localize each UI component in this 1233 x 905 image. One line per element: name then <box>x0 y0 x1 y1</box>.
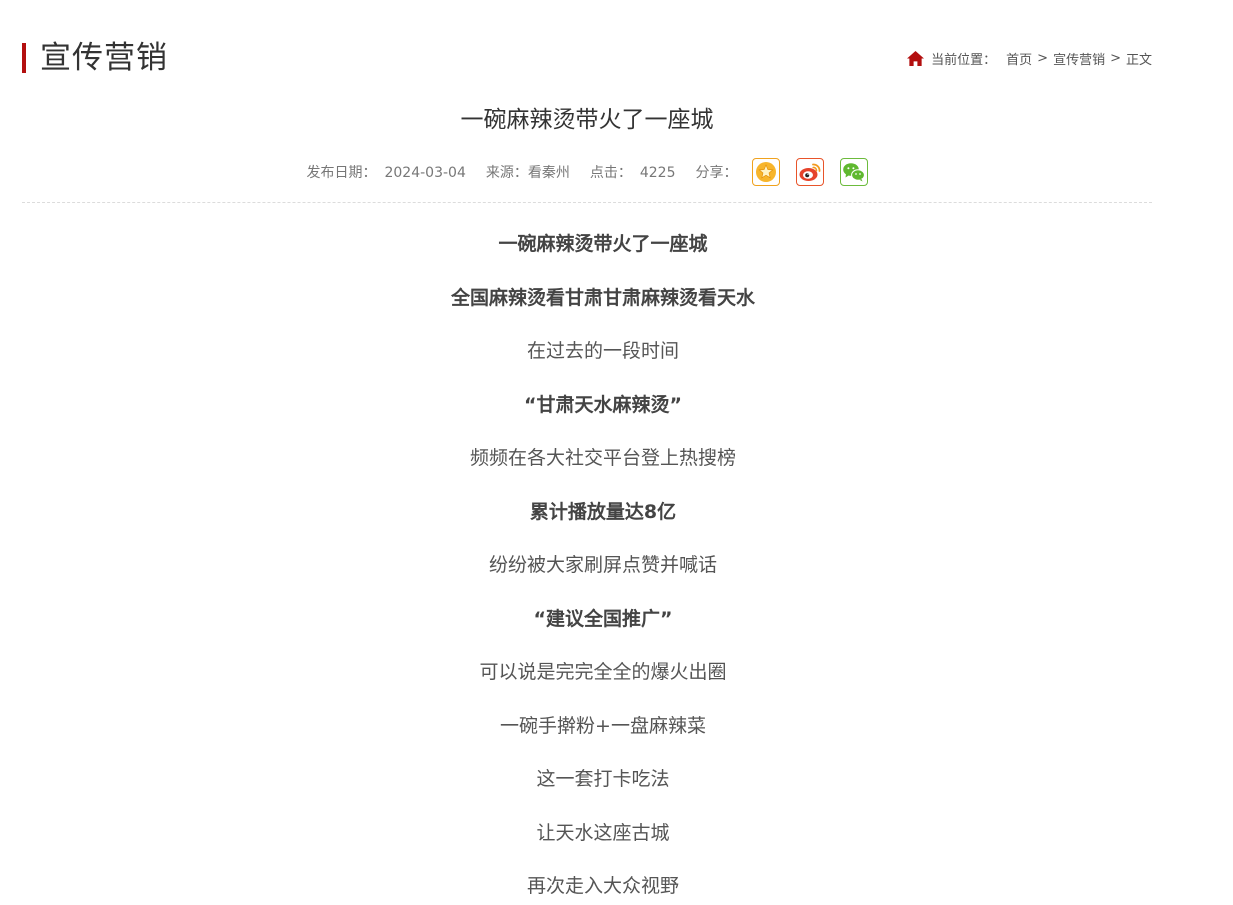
article-paragraph: “甘肃天水麻辣烫” <box>524 393 682 416</box>
breadcrumb-label: 当前位置： <box>931 53 997 68</box>
article-body: 一碗麻辣烫带火了一座城全国麻辣烫看甘肃甘肃麻辣烫看天水 在过去的一段时间 “甘肃天水… <box>22 218 1184 905</box>
section-title-text: 宣传营销 <box>40 40 168 76</box>
favorite-star-icon <box>755 162 776 182</box>
breadcrumb: 当前位置： 首页 > 宣传营销 > 正文 <box>906 49 1152 68</box>
wechat-icon <box>842 163 865 182</box>
article-title: 一碗麻辣烫带火了一座城 <box>460 107 714 133</box>
title-accent-bar <box>22 43 26 73</box>
weibo-icon <box>799 163 820 181</box>
breadcrumb-home-link[interactable]: 首页 <box>1006 49 1032 68</box>
share-favorite-button[interactable] <box>751 158 780 186</box>
article-paragraph: 全国麻辣烫看甘肃甘肃麻辣烫看天水 <box>450 286 755 309</box>
article-paragraph: 累计播放量达8亿 <box>529 500 677 523</box>
breadcrumb-section-link[interactable]: 宣传营销 <box>1053 49 1105 68</box>
content-container: 宣传营销 当前位置： 首页 > 宣传营销 > 正文 一碗麻辣烫带火了一座城 发布… <box>22 0 1152 897</box>
meta-source-label: 来源： <box>485 165 528 181</box>
section-title: 宣传营销 <box>22 40 168 76</box>
meta-clicks-value: 4225 <box>639 165 676 181</box>
share-wechat-button[interactable] <box>839 158 868 186</box>
home-icon <box>907 50 925 67</box>
section-header: 宣传营销 当前位置： 首页 > 宣传营销 > 正文 <box>22 0 1152 100</box>
page: 宣传营销 当前位置： 首页 > 宣传营销 > 正文 一碗麻辣烫带火了一座城 发布… <box>0 0 1233 905</box>
meta-divider <box>22 202 1152 203</box>
article-paragraph: “建议全国推广” <box>533 607 673 630</box>
article-meta: 发布日期： 2024-03-04 来源：看秦州 点击： 4225 分享： <box>22 156 1152 188</box>
meta-date-label: 发布日期： <box>306 165 377 181</box>
meta-date: 发布日期： 2024-03-04 <box>306 162 465 182</box>
share-weibo-button[interactable] <box>795 158 824 186</box>
article-paragraph: 这一套打卡吃法 <box>536 768 670 790</box>
breadcrumb-separator: > <box>1037 51 1049 66</box>
article-paragraph: 频频在各大社交平台登上热搜榜 <box>469 447 736 469</box>
article-paragraph: 可以说是完完全全的爆火出圈 <box>479 661 727 683</box>
article-paragraph: 一碗麻辣烫带火了一座城 <box>498 233 708 255</box>
breadcrumb-current: 正文 <box>1125 53 1152 68</box>
meta-source: 来源：看秦州 <box>486 162 570 182</box>
article-paragraph: 纷纷被大家刷屏点赞并喊话 <box>488 554 717 576</box>
article-paragraph: 再次走入大众视野 <box>526 875 679 897</box>
meta-clicks: 点击： 4225 <box>590 162 676 182</box>
meta-source-value: 看秦州 <box>527 165 570 181</box>
article-paragraph: 一碗手擀粉+一盘麻辣菜 <box>500 714 706 737</box>
share-label: 分享： <box>695 165 738 181</box>
breadcrumb-separator: > <box>1110 51 1121 66</box>
meta-clicks-label: 点击： <box>589 165 632 181</box>
article-paragraph: 在过去的一段时间 <box>526 340 679 362</box>
meta-date-value: 2024-03-04 <box>384 165 466 181</box>
article-paragraph: 让天水这座古城 <box>536 821 670 844</box>
